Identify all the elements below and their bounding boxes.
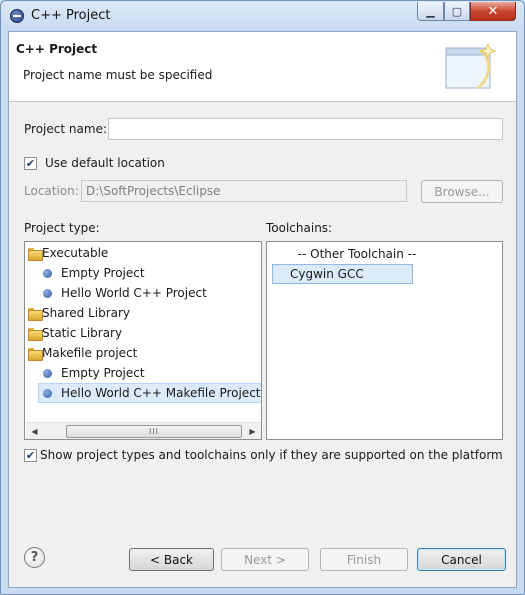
tree-item-shared-library[interactable]: Shared Library	[26, 303, 261, 323]
scroll-left-icon[interactable]: ◀	[26, 423, 43, 439]
toolchains-label: Toolchains:	[266, 221, 333, 235]
help-icon[interactable]: ?	[24, 547, 45, 568]
tree-item-label: Empty Project	[61, 266, 145, 280]
folder-icon	[28, 348, 43, 361]
finish-button[interactable]: Finish	[320, 548, 408, 571]
project-name-label: Project name:	[24, 122, 107, 136]
tree-item-label: Executable	[42, 246, 109, 260]
location-label: Location:	[24, 184, 79, 198]
location-value: D:\SoftProjects\Eclipse	[86, 184, 221, 198]
checkmark-icon: ✔	[25, 157, 36, 170]
filter-supported-checkbox[interactable]: ✔	[24, 449, 37, 462]
tree-item-label: Empty Project	[61, 366, 145, 380]
checkmark-icon: ✔	[25, 449, 36, 462]
tree-item-label: Hello World C++ Project	[61, 286, 207, 300]
toolchain-item-label: -- Other Toolchain --	[297, 247, 417, 261]
project-bullet-icon	[43, 289, 52, 298]
tree-item-hello-world-makefile[interactable]: Hello World C++ Makefile Project	[38, 383, 261, 403]
close-button[interactable]: ✕	[470, 2, 516, 21]
scrollbar-thumb[interactable]: III	[66, 425, 242, 438]
tree-item-label: Shared Library	[42, 306, 131, 320]
tree-item-empty-project[interactable]: Empty Project	[26, 263, 261, 283]
toolchain-item-label: Cygwin GCC	[290, 267, 364, 281]
back-button[interactable]: < Back	[129, 548, 214, 571]
use-default-location-label: Use default location	[45, 156, 165, 170]
eclipse-app-icon	[10, 9, 24, 23]
horizontal-scrollbar[interactable]: ◀ III ▶	[26, 422, 261, 439]
use-default-location-checkbox[interactable]: ✔	[24, 157, 37, 170]
dialog-window: C++ Project ▁ ▢ ✕ C++ Project Project na…	[0, 0, 525, 595]
project-bullet-icon	[43, 369, 52, 378]
banner-title: C++ Project	[16, 42, 98, 56]
tree-item-label: Hello World C++ Makefile Project	[61, 386, 261, 400]
folder-icon	[28, 308, 43, 321]
tree-item-label: Makefile project	[42, 346, 138, 360]
wizard-banner: C++ Project Project name must be specifi…	[9, 32, 516, 102]
folder-icon	[28, 328, 43, 341]
window-title: C++ Project	[31, 8, 111, 23]
filter-supported-label: Show project types and toolchains only i…	[40, 448, 503, 462]
browse-button[interactable]: Browse...	[421, 180, 503, 203]
folder-icon	[28, 248, 43, 261]
scroll-right-icon[interactable]: ▶	[244, 423, 261, 439]
tree-item-makefile-empty-project[interactable]: Empty Project	[26, 363, 261, 383]
next-button[interactable]: Next >	[221, 548, 309, 571]
toolchain-item-other[interactable]: -- Other Toolchain --	[267, 244, 502, 264]
toolchains-list[interactable]: -- Other Toolchain -- Cygwin GCC	[266, 241, 503, 440]
tree-item-static-library[interactable]: Static Library	[26, 323, 261, 343]
project-type-tree[interactable]: Executable Empty Project Hello World C++…	[24, 241, 262, 440]
banner-message: Project name must be specified	[23, 68, 213, 82]
tree-item-executable[interactable]: Executable	[26, 243, 261, 263]
project-type-label: Project type:	[24, 221, 100, 235]
project-name-input[interactable]	[108, 118, 503, 140]
project-bullet-icon	[43, 389, 52, 398]
wizard-banner-icon	[445, 42, 496, 90]
cancel-button[interactable]: Cancel	[417, 548, 506, 571]
location-input[interactable]: D:\SoftProjects\Eclipse	[81, 180, 407, 202]
minimize-button[interactable]: ▁	[417, 2, 444, 21]
tree-item-label: Static Library	[42, 326, 123, 340]
title-bar[interactable]: C++ Project ▁ ▢ ✕	[1, 1, 524, 31]
toolchain-item-cygwin-gcc[interactable]: Cygwin GCC	[272, 264, 413, 284]
dialog-body: C++ Project Project name must be specifi…	[8, 31, 517, 588]
maximize-button[interactable]: ▢	[444, 2, 470, 21]
project-bullet-icon	[43, 269, 52, 278]
tree-item-makefile-project[interactable]: Makefile project	[26, 343, 261, 363]
tree-item-hello-world-cpp[interactable]: Hello World C++ Project	[26, 283, 261, 303]
